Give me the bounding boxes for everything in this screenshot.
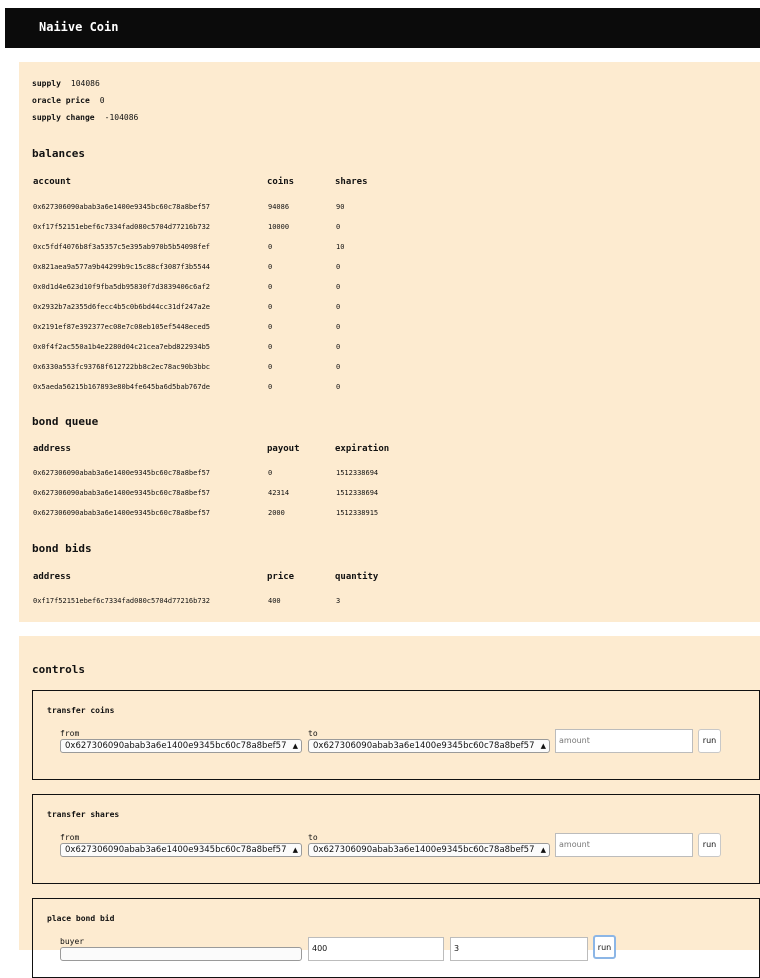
supply-change-label: supply change [32, 113, 95, 122]
table-cell-account: 0xf17f52151ebef6c7334fad080c5704d77216b7… [33, 223, 211, 231]
table-cell-account: 0xc5fdf4076b8f3a5357c5e395ab970b5b54098f… [33, 243, 211, 251]
column-header-account: account [33, 177, 71, 187]
top-navbar: Naiive Coin [5, 8, 760, 48]
table-cell-payout: 0 [268, 469, 273, 477]
table-cell-coins: 94086 [268, 203, 290, 211]
table-cell-shares: 0 [336, 223, 341, 231]
supply-label: supply [32, 79, 61, 88]
table-cell-shares: 0 [336, 343, 341, 351]
table-cell-payout: 42314 [268, 489, 290, 497]
column-header-expiration: expiration [335, 444, 390, 454]
to-account-select[interactable]: 0x627306090abab3a6e1400e9345bc60c78a8bef… [308, 739, 550, 753]
table-cell-shares: 0 [336, 323, 341, 331]
run-button[interactable]: run [698, 833, 721, 857]
table-cell-coins: 0 [268, 323, 273, 331]
to-label: to [308, 729, 318, 738]
table-cell-address: 0x627306090abab3a6e1400e9345bc60c78a8bef… [33, 509, 211, 517]
amount-input[interactable]: amount [555, 833, 693, 857]
buyer-label: buyer [60, 937, 85, 946]
oracle-price-label: oracle price [32, 96, 90, 105]
table-cell-payout: 2000 [268, 509, 285, 517]
supply-stat: supply 104086 [32, 79, 100, 88]
supply-change-value: -104086 [104, 113, 139, 122]
column-header-price: price [267, 572, 295, 582]
transfer-shares-title: transfer shares [47, 810, 120, 819]
table-cell-expiration: 1512338915 [336, 509, 379, 517]
overview-panel: supply 104086 oracle price 0 supply change… [19, 62, 760, 622]
column-header-shares: shares [335, 177, 368, 187]
oracle-price-value: 0 [99, 96, 105, 105]
from-label: from [60, 729, 80, 738]
from-account-value: 0x627306090abab3a6e1400e9345bc60c78a8bef… [65, 741, 287, 751]
table-cell-quantity: 3 [336, 597, 341, 605]
table-cell-shares: 0 [336, 303, 341, 311]
app-title[interactable]: Naiive Coin [39, 20, 118, 34]
supply-value: 104086 [70, 79, 100, 88]
transfer-coins-title: transfer coins [47, 706, 115, 715]
table-cell-coins: 0 [268, 363, 273, 371]
run-button[interactable]: run [593, 935, 616, 959]
table-cell-shares: 0 [336, 263, 341, 271]
table-cell-coins: 0 [268, 283, 273, 291]
buyer-account-select[interactable] [60, 947, 302, 961]
controls-panel: controls transfer coins from 0x627306090… [19, 636, 760, 978]
table-cell-shares: 0 [336, 383, 341, 391]
table-cell-expiration: 1512338694 [336, 469, 379, 477]
table-cell-address: 0x627306090abab3a6e1400e9345bc60c78a8bef… [33, 489, 211, 497]
oracle-price-stat: oracle price 0 [32, 96, 105, 105]
transfer-coins-form: transfer coins from 0x627306090abab3a6e1… [32, 690, 760, 780]
table-cell-shares: 0 [336, 283, 341, 291]
quantity-input[interactable]: 3 [450, 937, 588, 961]
from-account-value: 0x627306090abab3a6e1400e9345bc60c78a8bef… [65, 845, 287, 855]
column-header-coins: coins [267, 177, 295, 187]
table-cell-account: 0x0f4f2ac550a1b4e2280d04c21cea7ebd822934… [33, 343, 211, 351]
table-cell-coins: 0 [268, 263, 273, 271]
column-header-payout: payout [267, 444, 300, 454]
select-arrows-icon: ▲︎ [540, 742, 546, 750]
controls-heading: controls [32, 663, 85, 676]
table-cell-account: 0x627306090abab3a6e1400e9345bc60c78a8bef… [33, 203, 211, 211]
table-cell-account: 0x6330a553fc93768f612722bb8c2ec78ac90b3b… [33, 363, 211, 371]
table-cell-coins: 0 [268, 383, 273, 391]
transfer-shares-form: transfer shares from 0x627306090abab3a6e… [32, 794, 760, 884]
to-account-value: 0x627306090abab3a6e1400e9345bc60c78a8bef… [313, 741, 535, 751]
column-header-quantity: quantity [335, 572, 379, 582]
column-header-address: address [33, 444, 71, 454]
place-bond-bid-title: place bond bid [47, 914, 115, 923]
from-account-select[interactable]: 0x627306090abab3a6e1400e9345bc60c78a8bef… [60, 739, 302, 753]
table-cell-shares: 10 [336, 243, 345, 251]
column-header-address: address [33, 572, 71, 582]
table-cell-price: 400 [268, 597, 281, 605]
bond-bids-heading: bond bids [32, 542, 92, 555]
price-input[interactable]: 400 [308, 937, 444, 961]
place-bond-bid-form: place bond bid buyer 400 3 run [32, 898, 760, 978]
select-arrows-icon: ▲︎ [540, 846, 546, 854]
table-cell-address: 0xf17f52151ebef6c7334fad080c5704d77216b7… [33, 597, 211, 605]
table-cell-shares: 90 [336, 203, 345, 211]
amount-input[interactable]: amount [555, 729, 693, 753]
table-cell-coins: 10000 [268, 223, 290, 231]
from-account-select[interactable]: 0x627306090abab3a6e1400e9345bc60c78a8bef… [60, 843, 302, 857]
table-cell-address: 0x627306090abab3a6e1400e9345bc60c78a8bef… [33, 469, 211, 477]
to-label: to [308, 833, 318, 842]
table-cell-account: 0x2191ef87e392377ec08e7c08eb105ef5448ece… [33, 323, 211, 331]
bond-queue-heading: bond queue [32, 415, 99, 428]
table-cell-account: 0x2932b7a2355d6fecc4b5c0b6bd44cc31df247a… [33, 303, 211, 311]
from-label: from [60, 833, 80, 842]
table-cell-coins: 0 [268, 343, 273, 351]
select-arrows-icon: ▲︎ [292, 846, 298, 854]
table-cell-coins: 0 [268, 243, 273, 251]
table-cell-account: 0x5aeda56215b167893e80b4fe645ba6d5bab767… [33, 383, 211, 391]
supply-change-stat: supply change -104086 [32, 113, 138, 122]
select-arrows-icon: ▲︎ [292, 742, 298, 750]
to-account-select[interactable]: 0x627306090abab3a6e1400e9345bc60c78a8bef… [308, 843, 550, 857]
table-cell-coins: 0 [268, 303, 273, 311]
table-cell-shares: 0 [336, 363, 341, 371]
balances-heading: balances [32, 147, 85, 160]
table-cell-account: 0x0d1d4e623d10f9fba5db95830f7d3839406c6a… [33, 283, 211, 291]
run-button[interactable]: run [698, 729, 721, 753]
table-cell-account: 0x821aea9a577a9b44299b9c15c88cf3087f3b55… [33, 263, 211, 271]
to-account-value: 0x627306090abab3a6e1400e9345bc60c78a8bef… [313, 845, 535, 855]
table-cell-expiration: 1512338694 [336, 489, 379, 497]
